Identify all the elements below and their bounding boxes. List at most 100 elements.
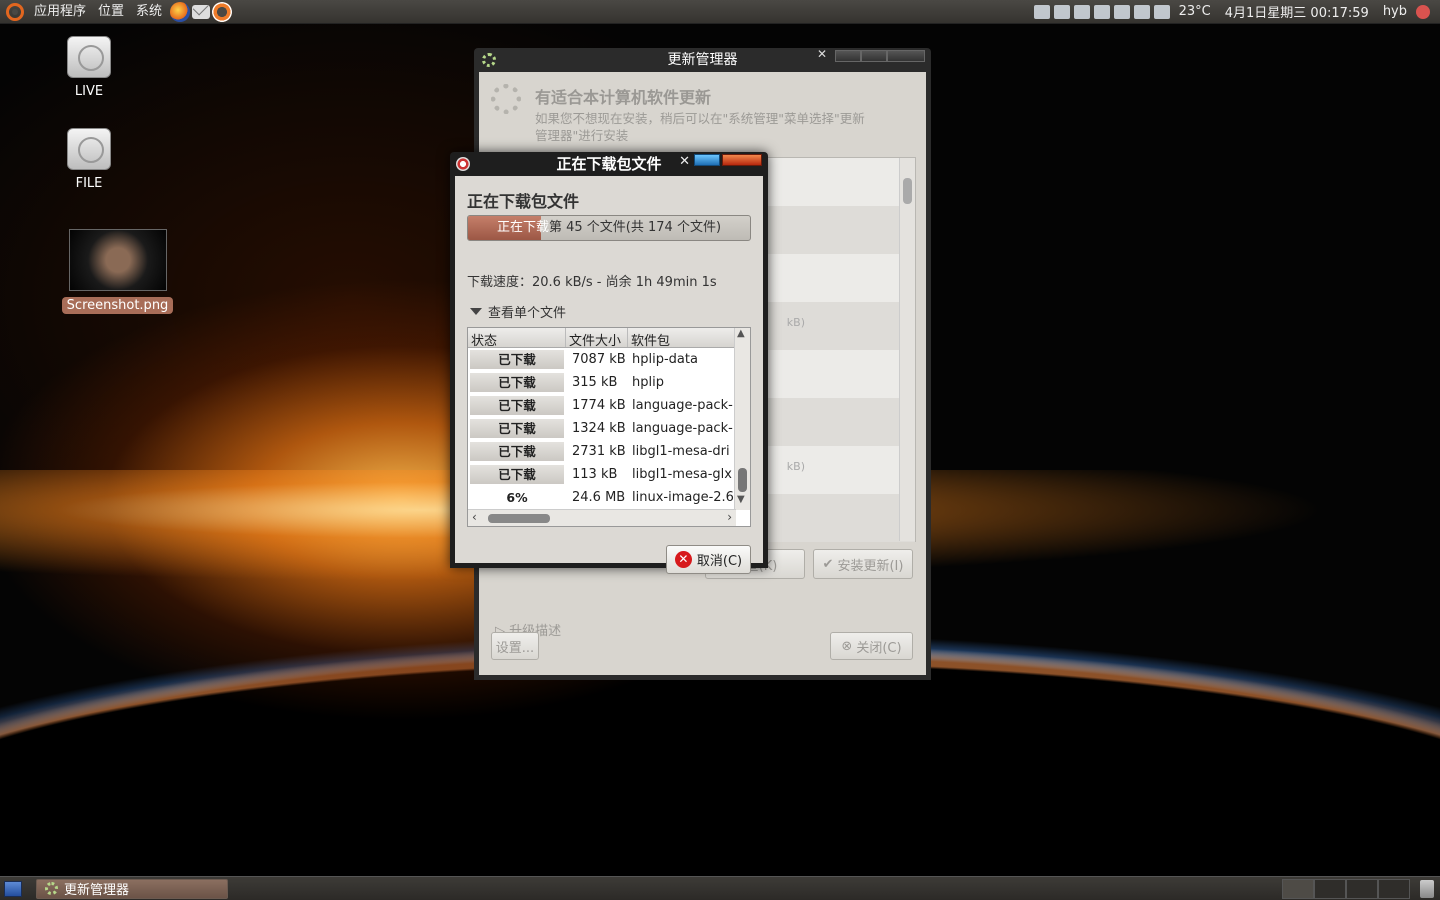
- scroll-down-icon[interactable]: ▼: [737, 494, 745, 505]
- network-icon[interactable]: [1133, 4, 1150, 19]
- column-header-status[interactable]: 状态: [468, 328, 566, 349]
- minimize-button[interactable]: [835, 50, 861, 62]
- status-cell: 已下载: [470, 396, 564, 415]
- column-header-size[interactable]: 文件大小: [566, 328, 628, 349]
- show-desktop-icon[interactable]: [4, 880, 22, 897]
- table-row[interactable]: 已下载 7087 kB hplip-data: [468, 348, 750, 371]
- mail-icon[interactable]: [192, 4, 211, 19]
- download-dialog-titlebar[interactable]: 正在下载包文件 ✕: [450, 152, 768, 176]
- scrollbar-thumb[interactable]: [903, 178, 912, 204]
- drive-icon: [67, 128, 111, 170]
- close-icon[interactable]: ✕: [679, 150, 690, 174]
- workspace-1[interactable]: [1282, 878, 1314, 899]
- file-details-label: 查看单个文件: [488, 306, 567, 321]
- cancel-button[interactable]: ✕ 取消(C): [666, 545, 751, 574]
- file-table-hscrollbar[interactable]: ‹ ›: [468, 509, 736, 526]
- table-row[interactable]: 已下载 1774 kB language-pack-: [468, 394, 750, 417]
- scroll-up-icon[interactable]: ▲: [737, 328, 745, 339]
- close-button[interactable]: [722, 154, 762, 166]
- download-heading: 正在下载包文件: [467, 192, 580, 211]
- close-window-button[interactable]: ⊗ 关闭(C): [830, 632, 913, 660]
- table-row[interactable]: 已下载 1324 kB language-pack-: [468, 417, 750, 440]
- user-name[interactable]: hyb: [1378, 4, 1412, 19]
- weather-indicator[interactable]: 23°C: [1174, 4, 1216, 19]
- close-circle-icon: ⊗: [841, 638, 853, 654]
- keyboard-icon[interactable]: [1053, 4, 1070, 19]
- download-progress-bar: 正在下载第 45 个文件(共 174 个文件): [467, 215, 751, 241]
- table-header: 状态 文件大小 软件包: [468, 328, 750, 349]
- gear-icon: [482, 53, 496, 67]
- status-cell: 已下载: [470, 419, 564, 438]
- power-icon[interactable]: [1416, 4, 1430, 19]
- status-cell: 已下载: [470, 442, 564, 461]
- update-notifier-icon[interactable]: [1073, 4, 1090, 19]
- close-button[interactable]: [887, 50, 925, 62]
- menu-places[interactable]: 位置: [92, 0, 130, 24]
- status-cell: 已下载: [470, 465, 564, 484]
- tray-app-icon[interactable]: [1033, 4, 1050, 19]
- top-panel: 应用程序 位置 系统 23°C 4月1日星期三 00:17:59 hyb: [0, 0, 1440, 24]
- close-icon[interactable]: ✕: [817, 48, 827, 60]
- file-table-vscrollbar[interactable]: ▲ ▼: [734, 328, 750, 510]
- workspace-2[interactable]: [1314, 878, 1346, 899]
- package-size: kB): [786, 460, 805, 473]
- package-size: kB): [786, 316, 805, 329]
- desktop-icon-file[interactable]: FILE: [44, 128, 134, 191]
- firefox-icon[interactable]: [170, 1, 191, 22]
- drive-icon: [67, 36, 111, 78]
- update-manager-titlebar[interactable]: 更新管理器 ✕: [474, 48, 931, 72]
- minimize-button[interactable]: [694, 154, 720, 166]
- package-cell: linux-image-2.6: [632, 490, 734, 505]
- maximize-button[interactable]: [861, 50, 887, 62]
- settings-button-label: 设置...: [495, 640, 535, 656]
- window-title: 更新管理器: [667, 52, 738, 68]
- trash-icon[interactable]: [1420, 879, 1434, 898]
- scroll-right-icon[interactable]: ›: [727, 510, 732, 524]
- progress-detail: 第 45 个文件(共 174 个文件): [548, 220, 722, 235]
- settings-button[interactable]: 设置...: [491, 632, 539, 660]
- install-updates-button[interactable]: ✔ 安装更新(I): [813, 549, 913, 579]
- table-row[interactable]: 已下载 315 kB hplip: [468, 371, 750, 394]
- taskbar-item-update-manager[interactable]: 更新管理器: [36, 878, 228, 899]
- clock[interactable]: 4月1日星期三 00:17:59: [1220, 2, 1374, 21]
- volume-icon[interactable]: [1153, 4, 1170, 19]
- scrollbar-thumb[interactable]: [488, 514, 550, 523]
- update-list-scrollbar[interactable]: [899, 158, 915, 541]
- gear-icon: [45, 882, 58, 895]
- desktop-icon-screenshot[interactable]: Screenshot.png: [60, 229, 175, 314]
- package-cell: hplip: [632, 375, 664, 390]
- scrollbar-thumb[interactable]: [738, 468, 747, 492]
- workspace-3[interactable]: [1346, 878, 1378, 899]
- table-row[interactable]: 已下载 113 kB libgl1-mesa-glx: [468, 463, 750, 486]
- size-cell: 24.6 MB: [572, 490, 626, 505]
- bluetooth-icon[interactable]: [1113, 4, 1130, 19]
- column-header-package[interactable]: 软件包: [628, 328, 735, 347]
- menu-system[interactable]: 系统: [130, 0, 168, 24]
- workspace-4[interactable]: [1378, 878, 1410, 899]
- table-row[interactable]: 6% 24.6 MB linux-image-2.6: [468, 486, 750, 509]
- file-details-expander[interactable]: 查看单个文件: [470, 302, 566, 321]
- size-cell: 7087 kB: [572, 352, 626, 367]
- package-cell: libgl1-mesa-dri: [632, 444, 730, 459]
- update-heading: 有适合本计算机软件更新: [535, 88, 712, 107]
- menu-applications[interactable]: 应用程序: [28, 0, 92, 24]
- file-table[interactable]: 状态 文件大小 软件包 已下载 7087 kB hplip-data 已下载 3…: [467, 327, 751, 527]
- desktop-icon-live[interactable]: LIVE: [44, 36, 134, 99]
- window-controls: [835, 50, 925, 62]
- scroll-left-icon[interactable]: ‹: [472, 510, 477, 524]
- status-cell: 6%: [470, 488, 564, 507]
- help-icon[interactable]: [212, 1, 233, 22]
- progress-lead: 正在下载: [496, 220, 549, 235]
- table-row[interactable]: 已下载 2731 kB libgl1-mesa-dri: [468, 440, 750, 463]
- desktop-icon-label: FILE: [75, 176, 103, 191]
- size-cell: 1324 kB: [572, 421, 626, 436]
- dialog-title: 正在下载包文件: [556, 155, 662, 173]
- package-cell: hplip-data: [632, 352, 698, 367]
- system-tray: 23°C 4月1日星期三 00:17:59 hyb: [1033, 0, 1440, 24]
- taskbar-item-label: 更新管理器: [64, 883, 130, 898]
- download-speed: 下载速度：20.6 kB/s - 尚余 1h 49min 1s: [467, 275, 717, 290]
- install-button-label: 安装更新(I): [837, 558, 904, 574]
- ubuntu-logo-icon[interactable]: [6, 2, 24, 21]
- screenshot-tray-icon[interactable]: [1093, 4, 1110, 19]
- progress-text: 正在下载第 45 个文件(共 174 个文件): [468, 216, 750, 240]
